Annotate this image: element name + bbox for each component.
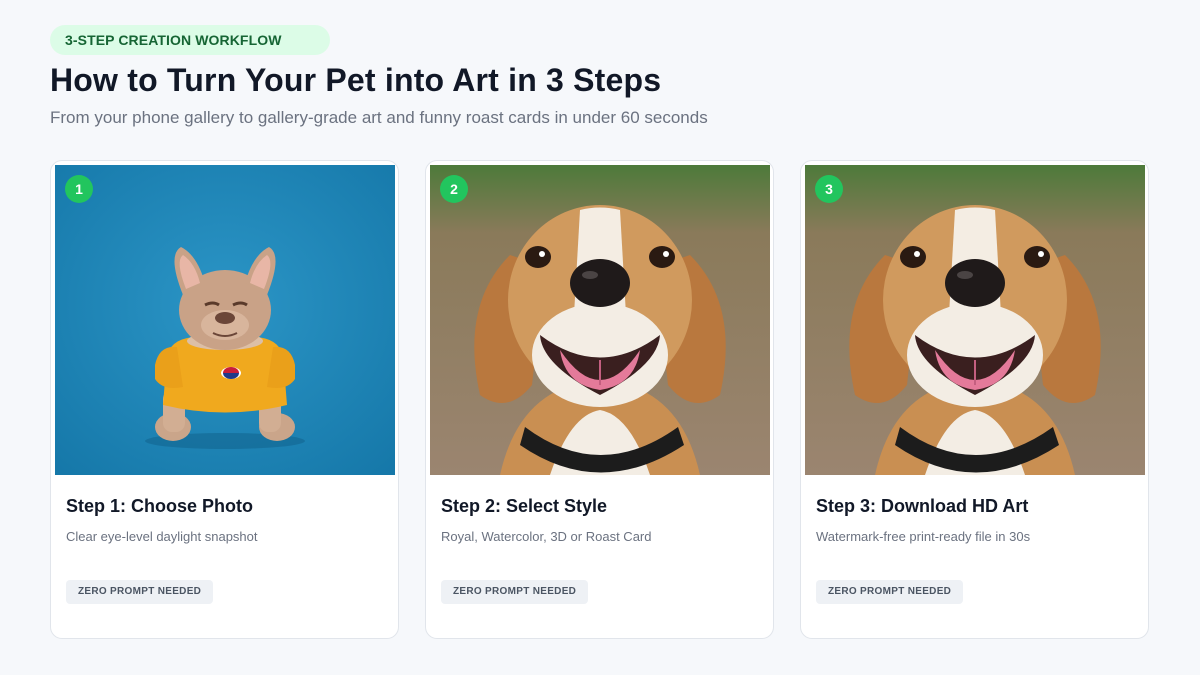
step-title: Step 3: Download HD Art bbox=[816, 496, 1029, 516]
step-card-1: 1 Step 1: Choose Photo Clear eye-level d… bbox=[50, 160, 399, 639]
french-bulldog-photo bbox=[55, 165, 395, 475]
step-number-badge: 3 bbox=[815, 175, 843, 203]
step-number-badge: 2 bbox=[440, 175, 468, 203]
zero-prompt-tag: ZERO PROMPT NEEDED bbox=[66, 580, 214, 604]
beagle-art-photo bbox=[805, 165, 1145, 475]
beagle-photo bbox=[430, 165, 770, 475]
page-title: How to Turn Your Pet into Art in 3 Steps bbox=[50, 62, 662, 98]
step-title: Step 2: Select Style bbox=[441, 496, 608, 516]
workflow-badge: 3-STEP CREATION WORKFLOW bbox=[50, 25, 330, 55]
step-title: Step 1: Choose Photo bbox=[66, 496, 254, 516]
step-description: Watermark-free print-ready file in 30s bbox=[816, 529, 1031, 544]
step-description: Royal, Watercolor, 3D or Roast Card bbox=[441, 529, 652, 544]
zero-prompt-tag: ZERO PROMPT NEEDED bbox=[816, 580, 964, 604]
page-subtitle: From your phone gallery to gallery-grade… bbox=[50, 108, 708, 127]
zero-prompt-tag: ZERO PROMPT NEEDED bbox=[441, 580, 589, 604]
step-card-3: 3 Step 3: Download HD Art Watermark-free… bbox=[800, 160, 1149, 639]
step-card-2: 2 Step 2: Select Style Royal, Watercolor… bbox=[425, 160, 774, 639]
step-number-badge: 1 bbox=[65, 175, 93, 203]
step-description: Clear eye-level daylight snapshot bbox=[66, 529, 258, 544]
steps-row: 1 Step 1: Choose Photo Clear eye-level d… bbox=[50, 160, 1149, 639]
